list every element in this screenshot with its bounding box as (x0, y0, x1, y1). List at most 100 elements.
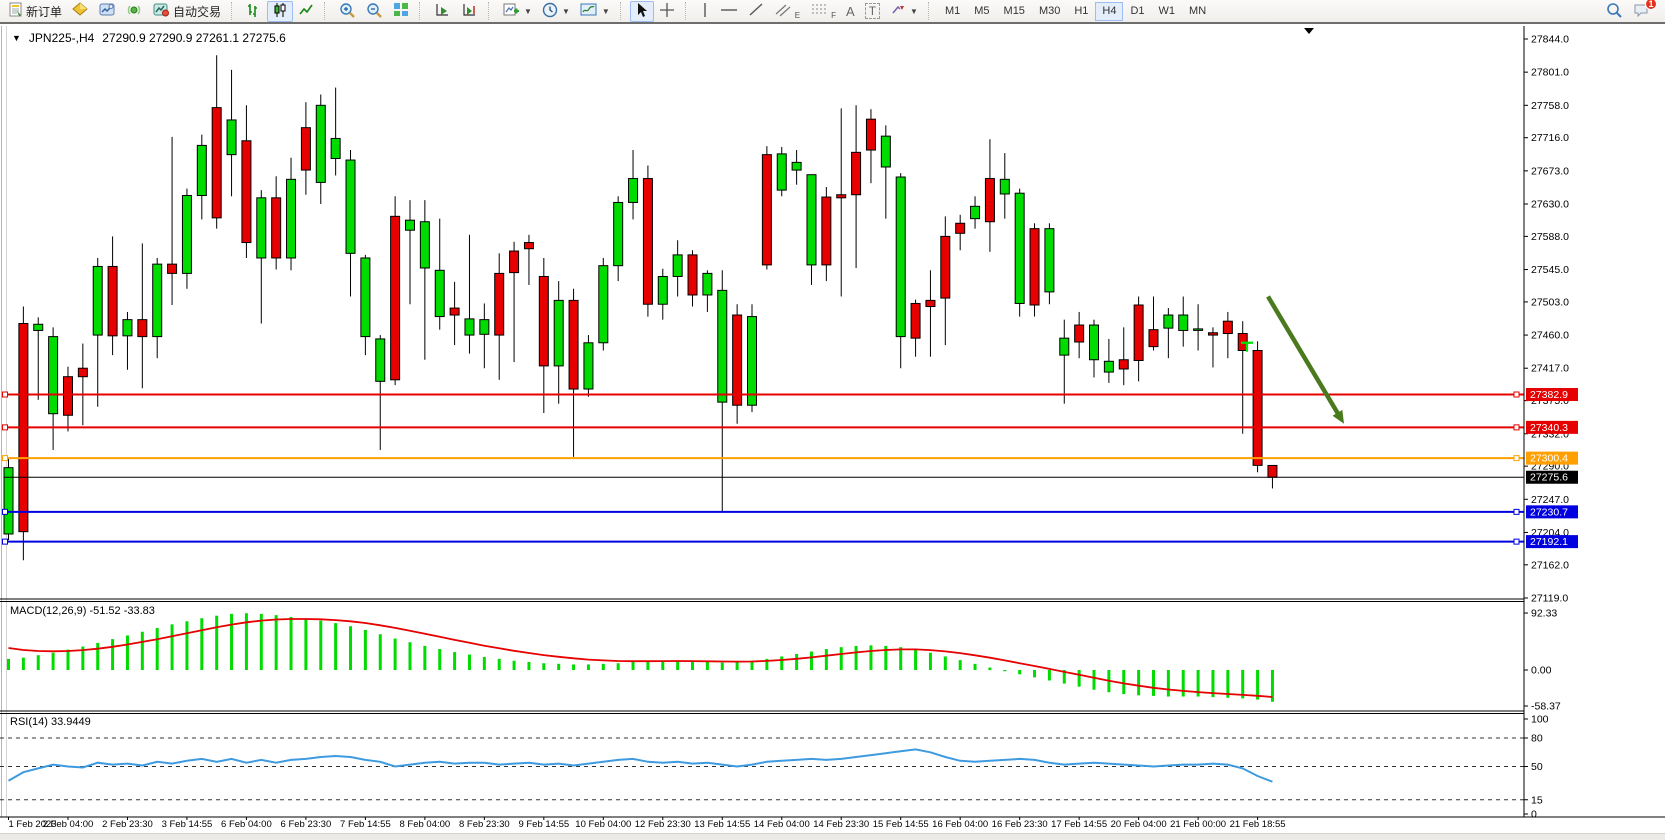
macd-histogram-bar (661, 661, 664, 670)
price-label: 27545.0 (1531, 264, 1569, 276)
candle-bear (866, 119, 875, 150)
timeframe-m5-button[interactable]: M5 (967, 2, 996, 21)
market-watch-button[interactable] (67, 1, 94, 22)
price-label: 27460.0 (1531, 330, 1569, 342)
chart-shift-icon (461, 2, 478, 21)
macd-histogram-bar (364, 630, 367, 670)
price-tag-label: 27275.6 (1530, 472, 1568, 484)
new-order-label: 新订单 (26, 3, 62, 20)
candlestick-chart-button[interactable] (267, 1, 293, 22)
tile-windows-button[interactable] (388, 1, 414, 22)
crosshair-tool-button[interactable] (654, 1, 680, 22)
time-label: 21 Feb 18:55 (1230, 819, 1286, 830)
trendline-tool-button[interactable] (743, 1, 769, 22)
candle-bull (420, 222, 429, 268)
bar-chart-button[interactable] (241, 1, 267, 22)
candle-bear (524, 243, 533, 249)
auto-trading-button[interactable]: 自动交易 (148, 1, 226, 22)
timeframe-m30-button[interactable]: M30 (1032, 2, 1067, 21)
macd-histogram-bar (290, 617, 293, 670)
fibonacci-tool-button[interactable]: F (805, 1, 841, 22)
periods-button[interactable]: ▼ (537, 1, 575, 22)
zoom-out-button[interactable] (361, 1, 388, 22)
candle-bull (405, 220, 414, 230)
candle-bull (1104, 361, 1113, 372)
macd-histogram-bar (736, 662, 739, 670)
line-handle (1514, 539, 1519, 544)
timeframe-h4-button[interactable]: H4 (1095, 2, 1123, 21)
macd-histogram-bar (171, 624, 174, 670)
clock-icon (542, 2, 558, 21)
time-label: 21 Feb 00:00 (1170, 819, 1226, 830)
price-label: 27119.0 (1531, 592, 1568, 604)
search-icon[interactable] (1605, 1, 1623, 22)
candle-bear (941, 236, 950, 298)
text-label-tool-button[interactable]: T (860, 1, 885, 22)
candle-bull (777, 154, 786, 190)
toolbar-separator (419, 2, 424, 20)
cursor-arrow-icon (635, 2, 649, 21)
line-handle (3, 392, 8, 397)
line-handle (3, 425, 8, 430)
macd-histogram-bar (185, 621, 188, 670)
chart-canvas[interactable]: 27844.027801.027758.027716.027673.027630… (0, 26, 1665, 840)
notifications-icon[interactable]: 1 (1633, 2, 1651, 21)
toolbar-separator (488, 2, 493, 20)
macd-histogram-bar (899, 647, 902, 670)
macd-histogram-bar (1122, 670, 1125, 694)
rsi-scale-label: 0 (1531, 809, 1537, 821)
templates-button[interactable]: ▼ (575, 1, 615, 22)
macd-scale-label: 0.00 (1531, 665, 1552, 677)
new-chart-button[interactable]: ▼ (498, 1, 537, 22)
signals-button[interactable] (121, 1, 148, 22)
horizontal-line-tool-button[interactable] (715, 1, 743, 22)
zoom-in-icon (339, 2, 356, 21)
equidistant-channel-icon (774, 2, 792, 21)
vertical-line-tool-button[interactable] (695, 1, 715, 22)
line-chart-button[interactable] (293, 1, 319, 22)
new-order-button[interactable]: 新订单 (3, 1, 67, 22)
toolbar-separator (928, 2, 933, 20)
macd-scale-label: -58.37 (1531, 701, 1561, 713)
timeframe-m15-button[interactable]: M15 (997, 2, 1032, 21)
macd-histogram-bar (483, 657, 486, 670)
timeframe-d1-button[interactable]: D1 (1123, 2, 1151, 21)
candle-bull (361, 258, 370, 337)
gold-diamond-icon (72, 2, 89, 20)
annotation-arrow[interactable] (1268, 297, 1340, 417)
chevron-down-icon: ▼ (562, 7, 570, 16)
candle-bull (227, 120, 236, 155)
auto-trading-label: 自动交易 (173, 3, 221, 20)
price-label: 27844.0 (1531, 34, 1569, 46)
chart-dropdown-arrow-icon[interactable] (1304, 28, 1314, 34)
time-label: 20 Feb 04:00 (1111, 819, 1167, 830)
label-tool-label: T (865, 3, 880, 19)
chart-title-collapse-icon[interactable]: ▼ (12, 33, 21, 43)
chart-shift-button[interactable] (456, 1, 483, 22)
price-tag-label: 27192.1 (1530, 536, 1568, 548)
time-label: 3 Feb 14:55 (162, 819, 213, 830)
macd-histogram-bar (141, 632, 144, 670)
macd-histogram-bar (646, 661, 649, 670)
candle-bull (182, 196, 191, 274)
zoom-in-button[interactable] (334, 1, 361, 22)
arrows-tool-button[interactable]: ▼ (885, 1, 923, 22)
terminal-button[interactable] (94, 1, 121, 22)
timeframe-mn-button[interactable]: MN (1182, 2, 1213, 21)
text-tool-button[interactable]: A (841, 1, 860, 22)
candle-bull (792, 162, 801, 170)
macd-histogram-bar (1182, 670, 1185, 697)
macd-histogram-bar (304, 619, 307, 670)
auto-scroll-button[interactable] (429, 1, 456, 22)
candle-bear (926, 300, 935, 306)
macd-histogram-bar (111, 639, 114, 670)
timeframe-w1-button[interactable]: W1 (1152, 2, 1183, 21)
timeframe-m1-button[interactable]: M1 (938, 2, 967, 21)
time-label: 12 Feb 23:30 (635, 819, 691, 830)
timeframe-h1-button[interactable]: H1 (1067, 2, 1095, 21)
macd-layer (7, 613, 1274, 702)
channel-tool-button[interactable]: E (769, 1, 805, 22)
cursor-tool-button[interactable] (630, 1, 654, 22)
rsi-indicator-label: RSI(14) 33.9449 (10, 716, 91, 728)
chevron-down-icon: ▼ (910, 7, 918, 16)
